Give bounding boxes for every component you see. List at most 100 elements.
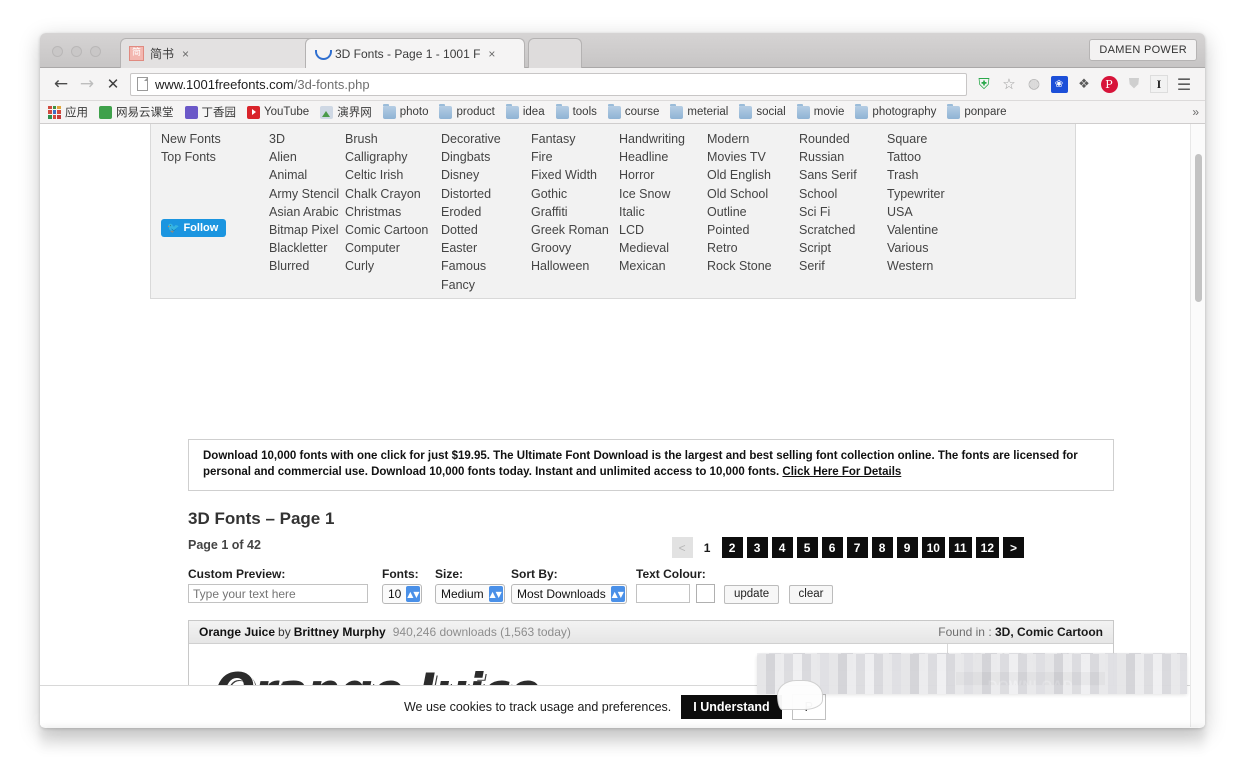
close-window-button[interactable]: [52, 46, 63, 57]
category-link-typewriter[interactable]: Typewriter: [887, 185, 967, 203]
pagination-page-9[interactable]: 9: [896, 537, 918, 558]
pagination-next-button[interactable]: >: [1003, 537, 1024, 558]
category-link-greek-roman[interactable]: Greek Roman: [531, 221, 619, 239]
category-link-horror[interactable]: Horror: [619, 166, 707, 184]
category-link-trash[interactable]: Trash: [887, 166, 967, 184]
bookmark-yanjie[interactable]: 演界网: [320, 104, 372, 120]
category-link-eroded[interactable]: Eroded: [441, 203, 531, 221]
category-link-new-fonts[interactable]: New Fonts: [161, 130, 269, 148]
category-link-old-english[interactable]: Old English: [707, 166, 799, 184]
category-link-decorative[interactable]: Decorative: [441, 130, 531, 148]
chrome-menu-icon[interactable]: ☰: [1173, 73, 1195, 95]
category-link-serif[interactable]: Serif: [799, 257, 887, 275]
cookie-accept-button[interactable]: I Understand: [681, 694, 782, 719]
sort-select[interactable]: Most Downloads ▲▼: [511, 584, 627, 604]
category-link-mexican[interactable]: Mexican: [619, 257, 707, 275]
category-link-fixed-width[interactable]: Fixed Width: [531, 166, 619, 184]
bookmark-star-icon[interactable]: ☆: [998, 73, 1020, 95]
category-link-movies-tv[interactable]: Movies TV: [707, 148, 799, 166]
category-link-graffiti[interactable]: Graffiti: [531, 203, 619, 221]
font-name[interactable]: Orange Juice: [199, 625, 275, 639]
pagination-page-3[interactable]: 3: [746, 537, 768, 558]
pinterest-icon[interactable]: P: [1100, 75, 1118, 93]
pagination-page-6[interactable]: 6: [821, 537, 843, 558]
address-bar[interactable]: www.1001freefonts.com/3d-fonts.php: [130, 72, 967, 96]
category-link-square[interactable]: Square: [887, 130, 967, 148]
category-link-army-stencil[interactable]: Army Stencil: [269, 185, 345, 203]
category-link-alien[interactable]: Alien: [269, 148, 345, 166]
stop-icon[interactable]: ✕: [100, 71, 126, 97]
category-link-asian-arabic[interactable]: Asian Arabic: [269, 203, 345, 221]
pagination-page-7[interactable]: 7: [846, 537, 868, 558]
pagination-page-5[interactable]: 5: [796, 537, 818, 558]
adblock-shield-icon[interactable]: ⛨: [973, 73, 995, 95]
clear-button[interactable]: clear: [788, 585, 834, 604]
bookmark-apps[interactable]: 应用: [48, 104, 88, 120]
category-link-curly[interactable]: Curly: [345, 257, 441, 275]
bookmark-folder-social[interactable]: social: [739, 103, 786, 119]
pagination-page-8[interactable]: 8: [871, 537, 893, 558]
category-link-russian[interactable]: Russian: [799, 148, 887, 166]
custom-preview-input[interactable]: [188, 584, 368, 603]
category-link-modern[interactable]: Modern: [707, 130, 799, 148]
close-icon[interactable]: ×: [182, 47, 189, 61]
category-link-old-school[interactable]: Old School: [707, 185, 799, 203]
category-link-headline[interactable]: Headline: [619, 148, 707, 166]
bookmark-folder-photo[interactable]: photo: [382, 103, 428, 119]
new-tab-button[interactable]: [528, 38, 582, 68]
category-link-various[interactable]: Various: [887, 239, 967, 257]
category-link-fire[interactable]: Fire: [531, 148, 619, 166]
bookmarks-overflow-icon[interactable]: »: [1192, 105, 1199, 119]
maximize-window-button[interactable]: [90, 46, 101, 57]
scrollbar-thumb[interactable]: [1195, 154, 1202, 302]
bookmark-youtube[interactable]: YouTube: [247, 105, 309, 119]
window-traffic-lights[interactable]: [52, 46, 101, 57]
bookmark-wangyi[interactable]: 网易云课堂: [99, 104, 174, 120]
pagination-page-2[interactable]: 2: [721, 537, 743, 558]
category-link-blackletter[interactable]: Blackletter: [269, 239, 345, 257]
category-link-usa[interactable]: USA: [887, 203, 967, 221]
category-link-sans-serif[interactable]: Sans Serif: [799, 166, 887, 184]
category-link-brush[interactable]: Brush: [345, 130, 441, 148]
category-link-sci-fi[interactable]: Sci Fi: [799, 203, 887, 221]
found-in-value[interactable]: 3D, Comic Cartoon: [995, 625, 1103, 639]
category-link-valentine[interactable]: Valentine: [887, 221, 967, 239]
category-link-dingbats[interactable]: Dingbats: [441, 148, 531, 166]
size-select[interactable]: Medium ▲▼: [435, 584, 505, 604]
chat-bubble-icon[interactable]: [777, 680, 823, 710]
update-button[interactable]: update: [724, 585, 780, 604]
bookmark-folder-tools[interactable]: tools: [555, 103, 597, 119]
bookmark-folder-product[interactable]: product: [439, 103, 495, 119]
globe-icon[interactable]: ◍: [1023, 73, 1045, 95]
category-link-school[interactable]: School: [799, 185, 887, 203]
category-link-easter[interactable]: Easter: [441, 239, 531, 257]
browser-tab-3d-fonts[interactable]: 3D Fonts - Page 1 - 1001 F ×: [305, 38, 525, 68]
category-link-rock-stone[interactable]: Rock Stone: [707, 257, 799, 275]
colour-swatch[interactable]: [696, 584, 716, 603]
font-author[interactable]: Brittney Murphy: [294, 625, 386, 639]
instapaper-icon[interactable]: I: [1150, 75, 1168, 93]
bookmark-folder-idea[interactable]: idea: [505, 103, 545, 119]
category-link-tattoo[interactable]: Tattoo: [887, 148, 967, 166]
category-link-outline[interactable]: Outline: [707, 203, 799, 221]
baidu-icon[interactable]: ❀: [1050, 75, 1068, 93]
category-link-scratched[interactable]: Scratched: [799, 221, 887, 239]
category-link-fancy[interactable]: Fancy: [441, 276, 531, 294]
promo-link[interactable]: Click Here For Details: [782, 466, 901, 478]
bookmark-folder-course[interactable]: course: [607, 103, 659, 119]
minimize-window-button[interactable]: [71, 46, 82, 57]
pagination-prev-button[interactable]: <: [671, 537, 693, 558]
evernote-icon[interactable]: ❖: [1073, 73, 1095, 95]
category-link-medieval[interactable]: Medieval: [619, 239, 707, 257]
category-link-rounded[interactable]: Rounded: [799, 130, 887, 148]
category-link-computer[interactable]: Computer: [345, 239, 441, 257]
twitter-follow-button[interactable]: 🐦 Follow: [161, 219, 227, 238]
category-link-lcd[interactable]: LCD: [619, 221, 707, 239]
text-colour-input[interactable]: [636, 584, 690, 603]
category-link-pointed[interactable]: Pointed: [707, 221, 799, 239]
pagination-page-12[interactable]: 12: [975, 537, 999, 558]
fonts-count-select[interactable]: 10 ▲▼: [382, 584, 423, 604]
category-link-dotted[interactable]: Dotted: [441, 221, 531, 239]
category-link-fantasy[interactable]: Fantasy: [531, 130, 619, 148]
bookmark-folder-movie[interactable]: movie: [796, 103, 844, 119]
